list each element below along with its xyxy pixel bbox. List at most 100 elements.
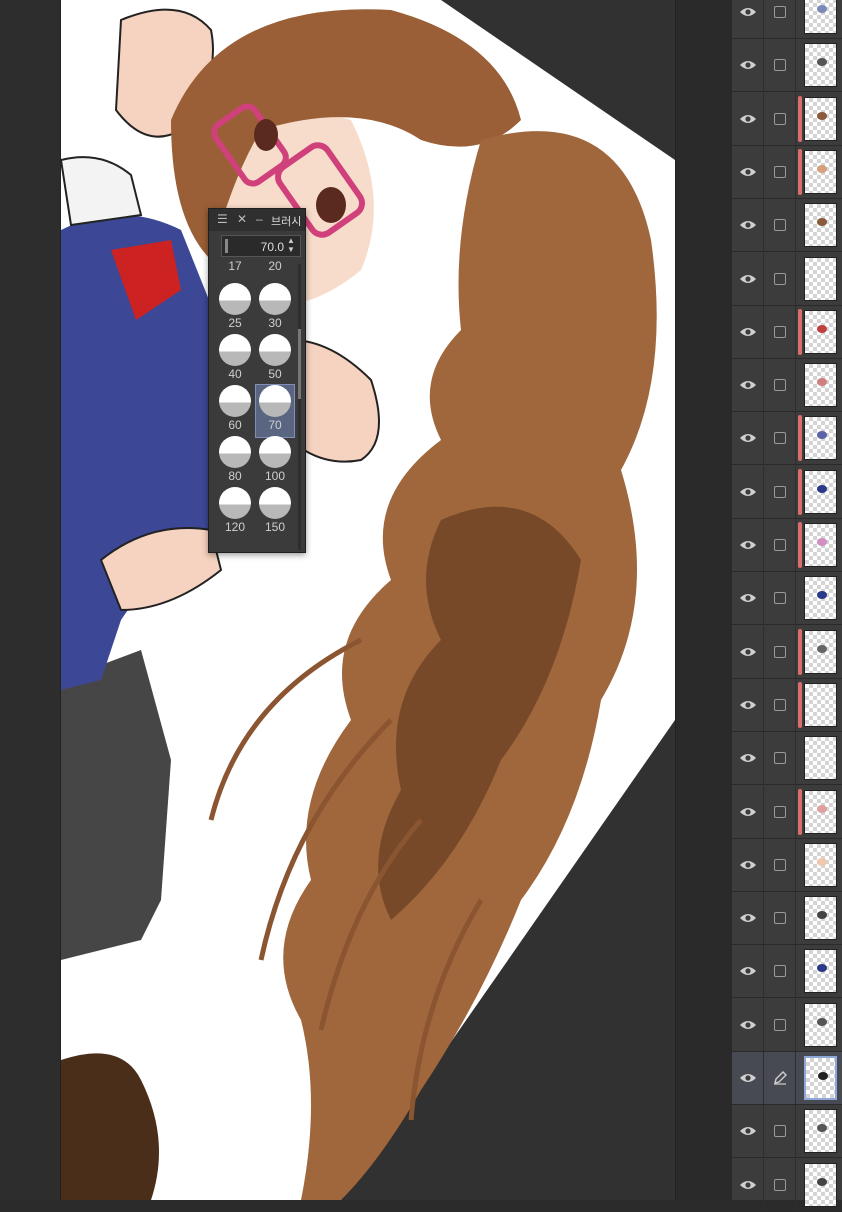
- checkbox-icon[interactable]: [773, 592, 786, 605]
- visibility-eye-icon[interactable]: [732, 732, 764, 785]
- layer-checkbox[interactable]: [764, 412, 796, 465]
- brush-size-palette[interactable]: ☰ ✕ – 브러시 70.0 ▲ ▼ 17 20 25 30 40 50 60 70 80 100 1…: [208, 208, 306, 553]
- layer-checkbox[interactable]: [764, 678, 796, 731]
- layer-thumbnail[interactable]: [804, 1056, 837, 1100]
- visibility-eye-icon[interactable]: [732, 678, 764, 731]
- layer-checkbox[interactable]: [764, 1158, 796, 1211]
- layer-thumbnail[interactable]: [804, 149, 837, 194]
- slider-handle[interactable]: [225, 239, 228, 253]
- checkbox-icon[interactable]: [773, 219, 786, 232]
- brush-size-option-50[interactable]: 50: [256, 334, 294, 386]
- layer-row[interactable]: [732, 945, 842, 999]
- visibility-eye-icon[interactable]: [732, 465, 764, 518]
- layer-thumbnail[interactable]: [804, 469, 837, 514]
- checkbox-icon[interactable]: [773, 165, 786, 178]
- layer-thumbnail[interactable]: [804, 736, 837, 781]
- layer-checkbox[interactable]: [764, 998, 796, 1051]
- layer-thumbnail[interactable]: [804, 309, 837, 354]
- visibility-eye-icon[interactable]: [732, 625, 764, 678]
- visibility-eye-icon[interactable]: [732, 92, 764, 145]
- visibility-eye-icon[interactable]: [732, 145, 764, 198]
- layer-checkbox[interactable]: [764, 1105, 796, 1158]
- layer-row[interactable]: [732, 252, 842, 306]
- brush-size-field[interactable]: 70.0 ▲ ▼: [221, 235, 301, 257]
- layer-row[interactable]: [732, 145, 842, 199]
- drawing-canvas[interactable]: ☰ ✕ – 브러시 70.0 ▲ ▼ 17 20 25 30 40 50 60 70 80 100 1…: [61, 0, 675, 1200]
- layer-row[interactable]: [732, 1105, 842, 1159]
- layer-row[interactable]: [732, 998, 842, 1052]
- layer-checkbox[interactable]: [764, 732, 796, 785]
- layer-checkbox[interactable]: [764, 572, 796, 625]
- visibility-eye-icon[interactable]: [732, 892, 764, 945]
- visibility-eye-icon[interactable]: [732, 1052, 764, 1104]
- layer-checkbox[interactable]: [764, 252, 796, 305]
- brush-size-option-40[interactable]: 40: [216, 334, 254, 386]
- layer-row[interactable]: [732, 732, 842, 786]
- layer-checkbox[interactable]: [764, 359, 796, 412]
- checkbox-icon[interactable]: [773, 912, 786, 925]
- layer-row[interactable]: [732, 785, 842, 839]
- visibility-eye-icon[interactable]: [732, 0, 764, 38]
- checkbox-icon[interactable]: [773, 858, 786, 871]
- checkbox-icon[interactable]: [773, 325, 786, 338]
- layer-row[interactable]: [732, 412, 842, 466]
- layer-thumbnail[interactable]: [804, 896, 837, 941]
- close-icon[interactable]: ✕: [237, 213, 247, 225]
- checkbox-icon[interactable]: [773, 379, 786, 392]
- layer-checkbox[interactable]: [764, 625, 796, 678]
- layer-row[interactable]: [732, 1158, 842, 1212]
- visibility-eye-icon[interactable]: [732, 945, 764, 998]
- layer-thumbnail[interactable]: [804, 682, 837, 727]
- layer-row[interactable]: [732, 39, 842, 93]
- brush-size-option-120[interactable]: 120: [216, 487, 254, 539]
- checkbox-icon[interactable]: [773, 6, 786, 18]
- brush-size-option-30[interactable]: 30: [256, 283, 294, 335]
- layer-row[interactable]: [732, 678, 842, 732]
- visibility-eye-icon[interactable]: [732, 359, 764, 412]
- checkbox-icon[interactable]: [773, 1125, 786, 1138]
- layer-thumbnail[interactable]: [804, 949, 837, 994]
- checkbox-icon[interactable]: [773, 59, 786, 72]
- layer-thumbnail[interactable]: [804, 842, 837, 887]
- layer-row[interactable]: [732, 0, 842, 39]
- layer-thumbnail[interactable]: [804, 96, 837, 141]
- layer-thumbnail[interactable]: [804, 203, 837, 248]
- layer-checkbox[interactable]: [764, 145, 796, 198]
- layer-row[interactable]: [732, 625, 842, 679]
- checkbox-icon[interactable]: [773, 112, 786, 125]
- checkbox-icon[interactable]: [773, 965, 786, 978]
- layer-checkbox[interactable]: [764, 199, 796, 252]
- layer-row[interactable]: [732, 519, 842, 572]
- layer-checkbox[interactable]: [764, 892, 796, 945]
- checkbox-icon[interactable]: [773, 272, 786, 285]
- checkbox-icon[interactable]: [773, 752, 786, 765]
- checkbox-icon[interactable]: [773, 485, 786, 498]
- brush-size-option-25[interactable]: 25: [216, 283, 254, 335]
- layer-row[interactable]: [732, 359, 842, 413]
- brush-size-option-150[interactable]: 150: [256, 487, 294, 539]
- visibility-eye-icon[interactable]: [732, 412, 764, 465]
- layer-checkbox[interactable]: [764, 945, 796, 998]
- layer-checkbox[interactable]: [764, 92, 796, 145]
- brush-size-option-100[interactable]: 100: [256, 436, 294, 488]
- layer-thumbnail[interactable]: [804, 523, 837, 567]
- visibility-eye-icon[interactable]: [732, 785, 764, 838]
- brush-size-option-60[interactable]: 60: [216, 385, 254, 437]
- layer-checkbox[interactable]: [764, 838, 796, 891]
- layer-thumbnail[interactable]: [804, 1002, 837, 1047]
- visibility-eye-icon[interactable]: [732, 305, 764, 358]
- visibility-eye-icon[interactable]: [732, 1105, 764, 1158]
- visibility-eye-icon[interactable]: [732, 838, 764, 891]
- brush-size-option-80[interactable]: 80: [216, 436, 254, 488]
- menu-icon[interactable]: ☰: [217, 213, 228, 225]
- layer-row[interactable]: [732, 199, 842, 253]
- layer-row[interactable]: [732, 1052, 842, 1105]
- minimize-icon[interactable]: –: [256, 213, 263, 225]
- layer-row[interactable]: [732, 465, 842, 519]
- layer-row[interactable]: [732, 305, 842, 359]
- spin-arrows-icon[interactable]: ▲ ▼: [285, 236, 297, 256]
- checkbox-icon[interactable]: [773, 1018, 786, 1031]
- layer-checkbox[interactable]: [764, 0, 796, 38]
- checkbox-icon[interactable]: [773, 645, 786, 658]
- visibility-eye-icon[interactable]: [732, 572, 764, 625]
